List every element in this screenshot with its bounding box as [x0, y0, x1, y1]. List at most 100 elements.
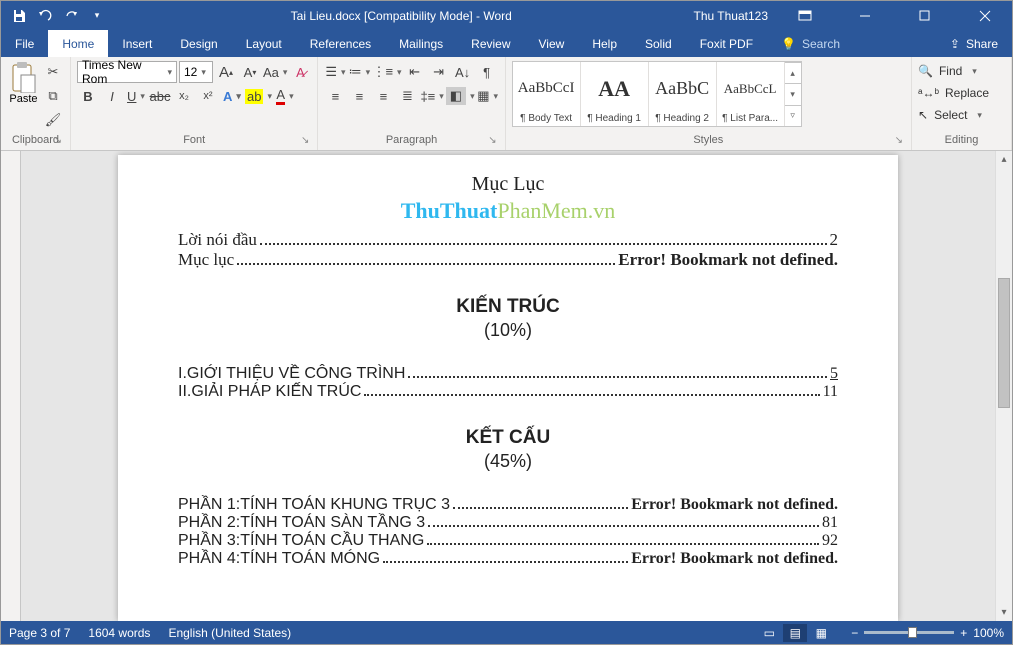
- decrease-indent-icon[interactable]: ⇤: [404, 61, 426, 83]
- bold-icon[interactable]: B: [77, 85, 99, 107]
- multilevel-icon[interactable]: ⋮≡▾: [372, 61, 401, 83]
- user-name[interactable]: Thu Thuat123: [693, 9, 768, 23]
- styles-gallery[interactable]: AaBbCcI¶ Body TextAA¶ Heading 1AaBbC¶ He…: [512, 61, 802, 127]
- cut-icon[interactable]: ✂: [42, 61, 64, 83]
- section-sub: (10%): [178, 320, 838, 341]
- web-layout-icon[interactable]: ▦: [809, 624, 833, 642]
- italic-icon[interactable]: I: [101, 85, 123, 107]
- ribbon-display-icon[interactable]: [782, 1, 828, 30]
- document-scroll[interactable]: Mục Lục ThuThuatPhanMem.vn Lời nói đầu2M…: [21, 151, 995, 621]
- tab-references[interactable]: References: [296, 30, 385, 57]
- share-button[interactable]: ⇪Share: [936, 30, 1012, 57]
- vertical-scrollbar[interactable]: ▴ ▾: [995, 151, 1012, 621]
- toc-entry: PHẦN 3:TÍNH TOÁN CẦU THANG 92: [178, 532, 838, 550]
- redo-icon[interactable]: [59, 4, 83, 28]
- watermark: ThuThuatPhanMem.vn: [178, 198, 838, 224]
- replace-button[interactable]: ᵃ↔ᵇReplace: [918, 83, 1005, 103]
- align-right-icon[interactable]: ≡: [372, 85, 394, 107]
- format-painter-icon[interactable]: 🖌: [42, 109, 64, 131]
- status-language[interactable]: English (United States): [168, 626, 291, 640]
- qat-customize-icon[interactable]: ▾: [85, 4, 109, 28]
- align-center-icon[interactable]: ≡: [348, 85, 370, 107]
- font-launcher-icon[interactable]: ↘: [301, 135, 309, 146]
- gallery-down-icon[interactable]: ▾: [785, 83, 801, 104]
- copy-icon[interactable]: ⧉: [42, 85, 64, 107]
- close-icon[interactable]: [962, 1, 1008, 30]
- toc-entry: I.GIỚI THIỆU VỀ CÔNG TRÌNH 5: [178, 365, 838, 383]
- tab-insert[interactable]: Insert: [108, 30, 166, 57]
- tab-layout[interactable]: Layout: [232, 30, 296, 57]
- status-words[interactable]: 1604 words: [88, 626, 150, 640]
- vertical-ruler[interactable]: [1, 151, 21, 621]
- share-icon: ⇪: [950, 37, 960, 51]
- clear-formatting-icon[interactable]: A̷: [289, 61, 311, 83]
- group-paragraph: ☰▾ ≔▾ ⋮≡▾ ⇤ ⇥ A↓ ¶ ≡ ≡ ≡ ≣ ‡≡▾ ◧▾ ▦▾ Par…: [318, 57, 505, 150]
- tab-home[interactable]: Home: [48, 30, 108, 57]
- numbering-icon[interactable]: ≔▾: [348, 61, 370, 83]
- shrink-font-icon[interactable]: A▾: [239, 61, 261, 83]
- show-marks-icon[interactable]: ¶: [476, 61, 498, 83]
- title-right: Thu Thuat123: [693, 1, 1012, 30]
- subscript-icon[interactable]: x₂: [173, 85, 195, 107]
- clipboard-launcher-icon[interactable]: ↘: [54, 135, 62, 146]
- style-item[interactable]: AaBbC¶ Heading 2: [649, 62, 717, 126]
- save-icon[interactable]: [7, 4, 31, 28]
- search-box[interactable]: 💡Search: [767, 30, 854, 57]
- superscript-icon[interactable]: x²: [197, 85, 219, 107]
- zoom-slider[interactable]: [864, 631, 954, 634]
- paragraph-launcher-icon[interactable]: ↘: [488, 135, 496, 146]
- style-item[interactable]: AaBbCcL¶ List Para...: [717, 62, 785, 126]
- tab-file[interactable]: File: [1, 30, 48, 57]
- scroll-down-icon[interactable]: ▾: [996, 604, 1012, 621]
- tab-review[interactable]: Review: [457, 30, 524, 57]
- shading-icon[interactable]: ◧▾: [446, 85, 475, 107]
- bullets-icon[interactable]: ☰▾: [324, 61, 346, 83]
- gallery-up-icon[interactable]: ▴: [785, 62, 801, 83]
- grow-font-icon[interactable]: A▴: [215, 61, 237, 83]
- strikethrough-icon[interactable]: abc: [149, 85, 171, 107]
- select-button[interactable]: ↖Select▾: [918, 105, 1005, 125]
- scroll-thumb[interactable]: [998, 278, 1010, 408]
- zoom-in-icon[interactable]: +: [960, 626, 967, 640]
- text-effects-icon[interactable]: A▾: [221, 85, 243, 107]
- styles-launcher-icon[interactable]: ↘: [895, 135, 903, 146]
- align-left-icon[interactable]: ≡: [324, 85, 346, 107]
- sort-icon[interactable]: A↓: [452, 61, 474, 83]
- tab-design[interactable]: Design: [166, 30, 231, 57]
- clipboard-icon: [9, 61, 37, 93]
- paste-button[interactable]: Paste: [9, 61, 37, 105]
- status-page[interactable]: Page 3 of 7: [9, 626, 70, 640]
- style-item[interactable]: AA¶ Heading 1: [581, 62, 649, 126]
- increase-indent-icon[interactable]: ⇥: [428, 61, 450, 83]
- font-name-combo[interactable]: Times New Rom▾: [77, 61, 177, 83]
- view-buttons: ▭ ▤ ▦: [757, 624, 833, 642]
- tab-solid[interactable]: Solid: [631, 30, 686, 57]
- zoom-out-icon[interactable]: −: [851, 626, 858, 640]
- tab-foxit[interactable]: Foxit PDF: [686, 30, 767, 57]
- print-layout-icon[interactable]: ▤: [783, 624, 807, 642]
- font-size-combo[interactable]: 12▾: [179, 61, 213, 83]
- scroll-up-icon[interactable]: ▴: [996, 151, 1012, 168]
- maximize-icon[interactable]: [902, 1, 948, 30]
- tab-view[interactable]: View: [525, 30, 579, 57]
- page[interactable]: Mục Lục ThuThuatPhanMem.vn Lời nói đầu2M…: [118, 155, 898, 621]
- minimize-icon[interactable]: [842, 1, 888, 30]
- line-spacing-icon[interactable]: ‡≡▾: [420, 85, 443, 107]
- undo-icon[interactable]: [33, 4, 57, 28]
- change-case-icon[interactable]: Aa▾: [263, 61, 287, 83]
- find-button[interactable]: 🔍Find▾: [918, 61, 1005, 81]
- tab-mailings[interactable]: Mailings: [385, 30, 457, 57]
- style-item[interactable]: AaBbCcI¶ Body Text: [513, 62, 581, 126]
- font-color-icon[interactable]: A▾: [274, 85, 296, 107]
- gallery-more-icon[interactable]: ▿: [785, 105, 801, 126]
- read-mode-icon[interactable]: ▭: [757, 624, 781, 642]
- toc-entry: PHẦN 4:TÍNH TOÁN MÓNG Error! Bookmark no…: [178, 550, 838, 568]
- borders-icon[interactable]: ▦▾: [477, 85, 499, 107]
- doc-title: Mục Lục: [178, 173, 838, 196]
- tab-help[interactable]: Help: [578, 30, 631, 57]
- zoom-level[interactable]: 100%: [973, 626, 1004, 640]
- toc-entry: Mục lụcError! Bookmark not defined.: [178, 250, 838, 270]
- underline-icon[interactable]: U▾: [125, 85, 147, 107]
- highlight-icon[interactable]: ab▾: [245, 85, 272, 107]
- justify-icon[interactable]: ≣: [396, 85, 418, 107]
